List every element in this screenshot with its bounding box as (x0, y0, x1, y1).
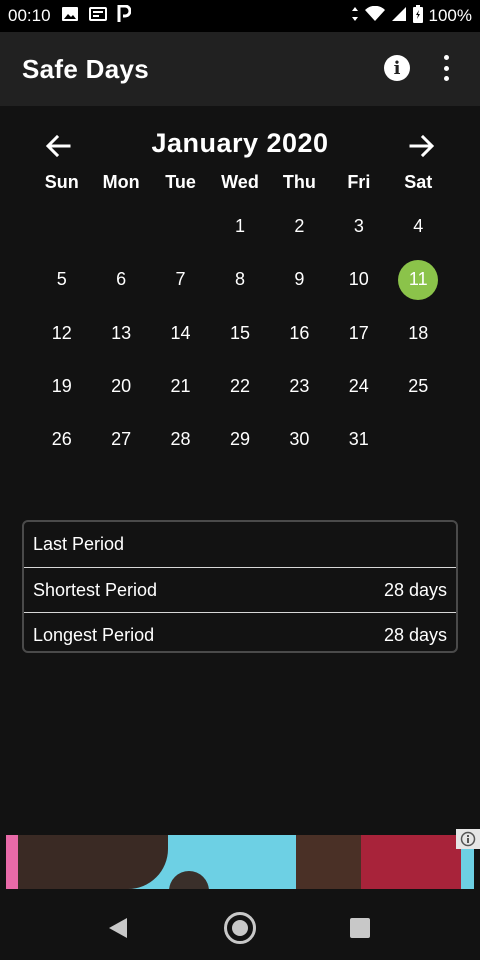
signal-icon (391, 6, 407, 27)
weekday-label: Fri (347, 172, 371, 192)
ad-banner[interactable] (6, 835, 474, 889)
calendar-day[interactable]: 7 (151, 253, 210, 306)
calendar-day[interactable]: 19 (32, 360, 91, 413)
stat-row-last-period: Last Period (24, 522, 456, 567)
weekday-label: Thu (282, 172, 316, 192)
calendar-day (389, 413, 448, 466)
calendar-day[interactable]: 28 (151, 413, 210, 466)
calendar-day[interactable]: 10 (329, 253, 388, 306)
stat-value: 28 days (383, 624, 447, 645)
calendar-day[interactable]: 13 (91, 307, 150, 360)
calendar-day[interactable]: 17 (329, 307, 388, 360)
weekday-label: Sat (404, 172, 433, 192)
calendar-day[interactable]: 26 (32, 413, 91, 466)
weekday-label: Tue (165, 172, 196, 192)
calendar-header: January 2020 (0, 126, 480, 166)
status-bar: 00:10 100% (0, 0, 480, 32)
parking-icon (117, 4, 131, 28)
calendar-day[interactable]: 14 (151, 307, 210, 360)
calendar-day[interactable]: 5 (32, 253, 91, 306)
stat-label: Shortest Period (33, 579, 158, 600)
calendar-day[interactable]: 18 (389, 307, 448, 360)
ad-info-icon[interactable] (456, 829, 480, 849)
cast-icon (88, 6, 107, 27)
weekday-row: Sun Mon Tue Wed Thu Fri Sat (32, 170, 448, 194)
calendar-day[interactable]: 4 (389, 200, 448, 253)
calendar-day[interactable]: 20 (91, 360, 150, 413)
app-title: Safe Days (22, 53, 149, 84)
image-icon (61, 6, 79, 27)
status-time: 00:10 (8, 6, 51, 25)
calendar-day[interactable]: 2 (270, 200, 329, 253)
calendar-day[interactable]: 21 (151, 360, 210, 413)
calendar-day[interactable]: 9 (270, 253, 329, 306)
calendar-day-today[interactable]: 11 (389, 253, 448, 306)
calendar-day[interactable]: 31 (329, 413, 388, 466)
wifi-icon (364, 5, 385, 27)
back-icon[interactable] (107, 917, 129, 944)
calendar-day[interactable]: 24 (329, 360, 388, 413)
next-month-arrow-icon[interactable] (405, 130, 437, 162)
calendar-week: 1 2 3 4 (32, 200, 448, 253)
battery-icon (412, 4, 423, 28)
calendar-day (151, 200, 210, 253)
home-icon[interactable] (224, 912, 256, 944)
battery-percent: 100% (428, 6, 472, 25)
more-vert-icon[interactable] (440, 55, 452, 81)
data-arrows-icon (351, 6, 359, 27)
stat-row-longest-period: Longest Period 28 days (24, 612, 456, 657)
calendar-day (91, 200, 150, 253)
stat-label: Longest Period (33, 624, 155, 645)
stat-label: Last Period (33, 534, 125, 554)
calendar-day[interactable]: 15 (210, 307, 269, 360)
app-bar: Safe Days i (0, 32, 480, 106)
calendar-week: 26 27 28 29 30 31 (32, 413, 448, 466)
calendar-day[interactable]: 3 (329, 200, 388, 253)
period-stats-card: Last Period Shortest Period 28 days Long… (22, 520, 458, 653)
calendar-day[interactable]: 25 (389, 360, 448, 413)
weekday-label: Mon (102, 172, 140, 192)
recents-icon[interactable] (350, 918, 370, 938)
calendar-week: 12 13 14 15 16 17 18 (32, 307, 448, 360)
calendar-week: 5 6 7 8 9 10 11 (32, 253, 448, 306)
stat-value: 28 days (383, 579, 447, 600)
calendar-day[interactable]: 29 (210, 413, 269, 466)
calendar-day[interactable]: 6 (91, 253, 150, 306)
calendar-day[interactable]: 1 (210, 200, 269, 253)
calendar-day[interactable]: 27 (91, 413, 150, 466)
calendar-grid: 1 2 3 4 5 6 7 8 9 10 11 12 13 14 15 16 1… (32, 200, 448, 466)
calendar-day (32, 200, 91, 253)
weekday-label: Sun (44, 172, 79, 192)
calendar-day[interactable]: 22 (210, 360, 269, 413)
calendar-week: 19 20 21 22 23 24 25 (32, 360, 448, 413)
calendar-day[interactable]: 12 (32, 307, 91, 360)
stat-row-shortest-period: Shortest Period 28 days (24, 567, 456, 612)
calendar-day[interactable]: 8 (210, 253, 269, 306)
weekday-label: Wed (221, 172, 259, 192)
calendar-day[interactable]: 23 (270, 360, 329, 413)
info-icon[interactable]: i (384, 55, 410, 81)
calendar-day[interactable]: 30 (270, 413, 329, 466)
calendar-day[interactable]: 16 (270, 307, 329, 360)
